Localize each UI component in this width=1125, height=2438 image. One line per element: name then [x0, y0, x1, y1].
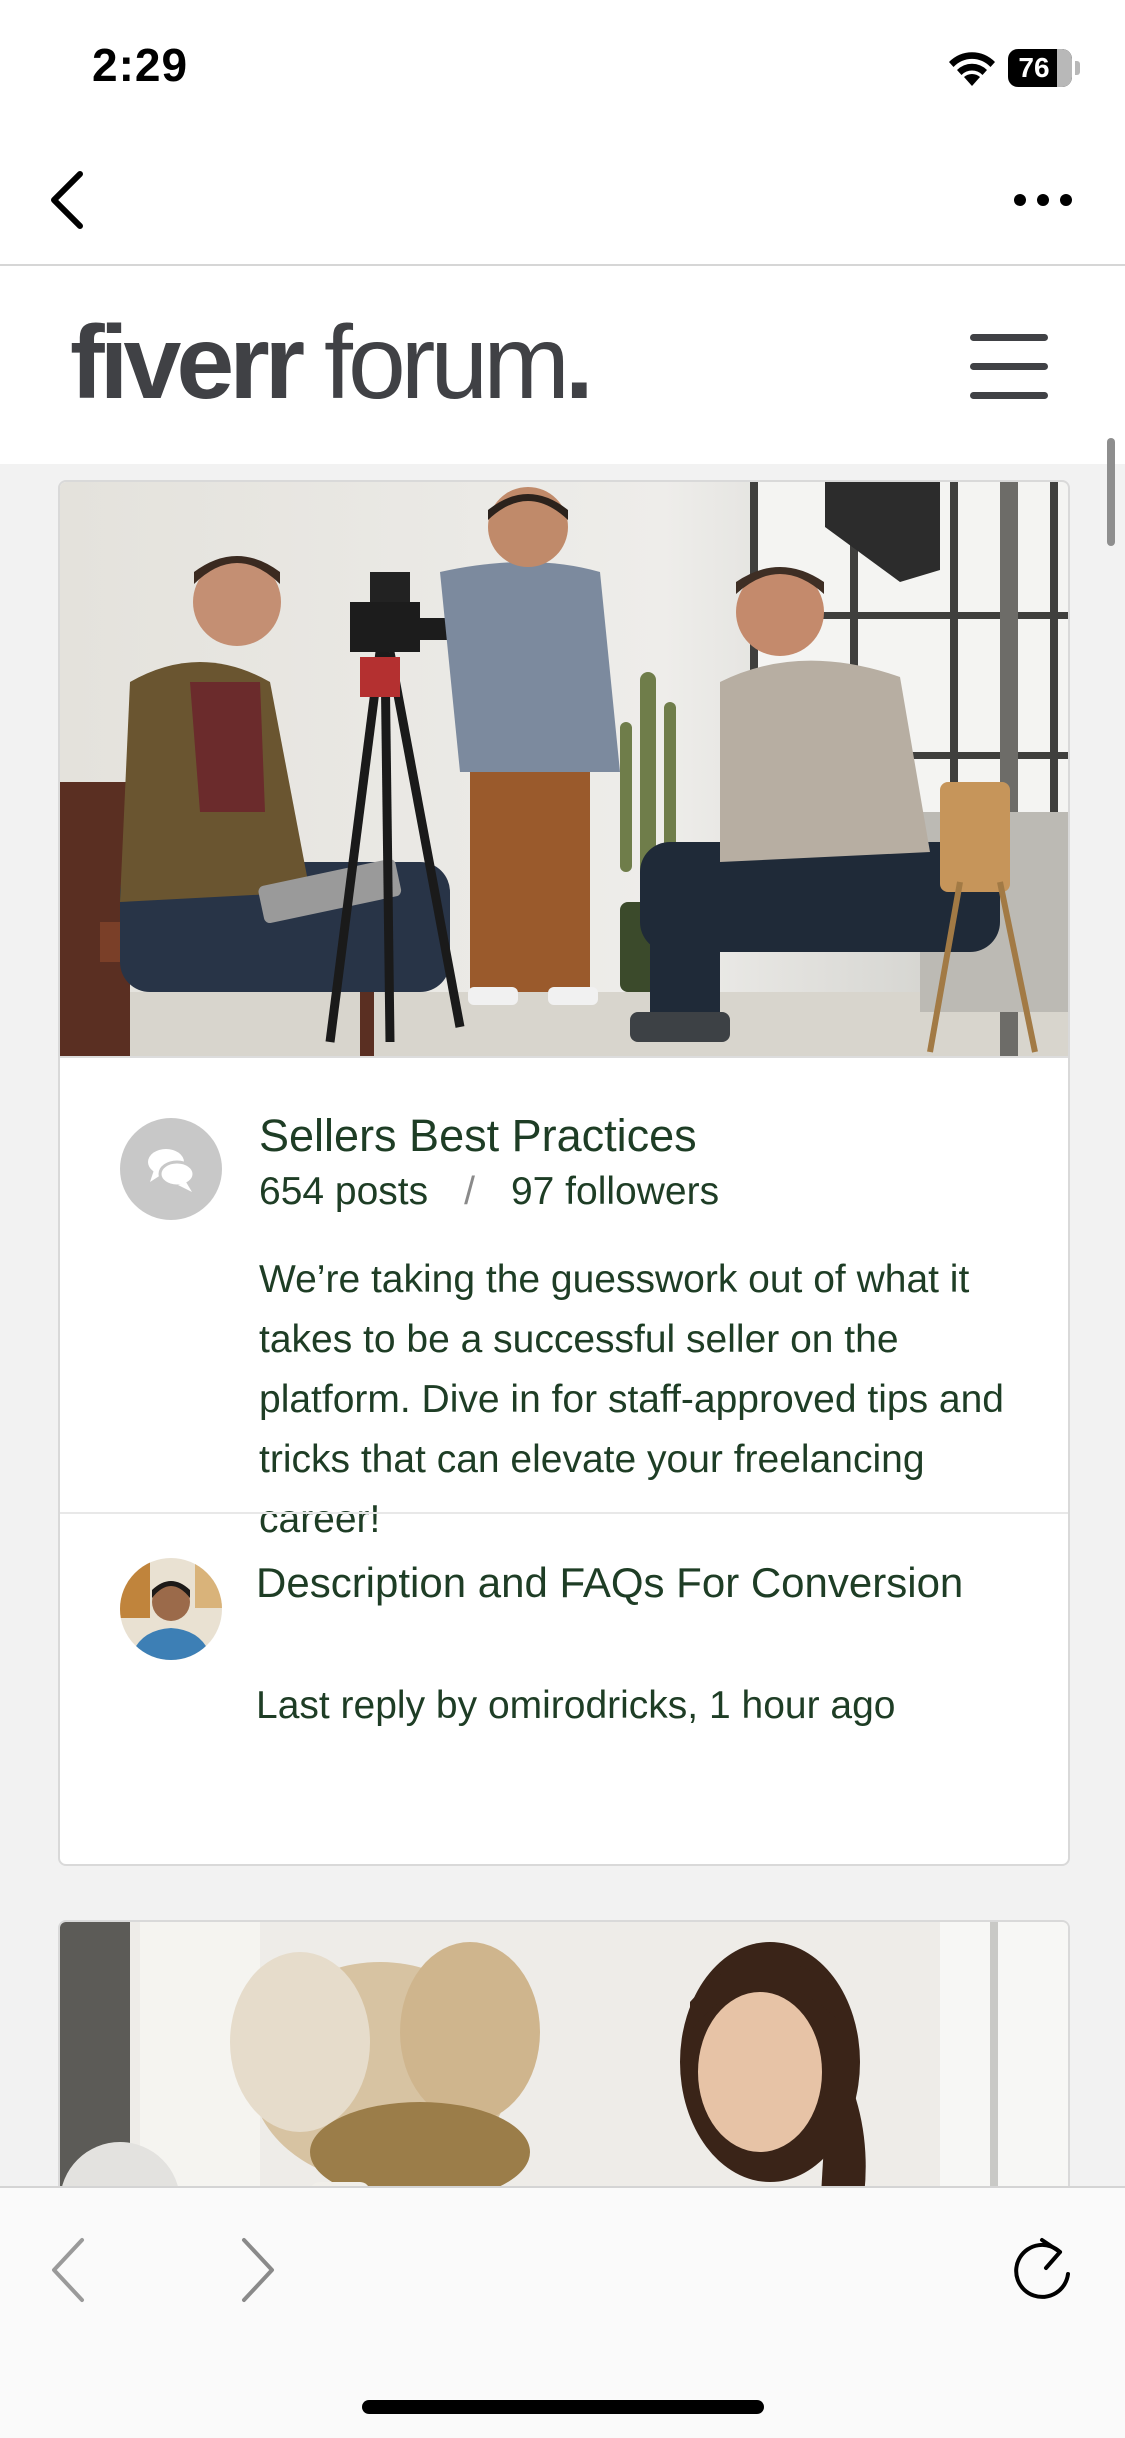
followers-count: 97 followers	[510, 1170, 720, 1213]
browser-forward-button[interactable]	[226, 2230, 286, 2310]
site-header: fiverr forum.	[0, 266, 1125, 464]
category-card[interactable]: Sellers Best Practices 654 posts / 97 foll…	[58, 480, 1070, 1866]
fiverr-forum-logo[interactable]: fiverr forum.	[70, 308, 594, 418]
latest-topic-row[interactable]: Description and FAQs For Conversion Last…	[60, 1512, 1068, 1864]
category-stats: 654 posts / 97 followers	[259, 1170, 719, 1214]
category-card-body: Sellers Best Practices 654 posts / 97 foll…	[60, 1056, 1068, 1541]
browser-bottom-toolbar	[0, 2186, 1125, 2438]
chat-bubbles-icon	[148, 1149, 196, 1192]
scrollbar[interactable]	[1107, 438, 1115, 546]
category-title[interactable]: Sellers Best Practices	[259, 1110, 697, 1162]
home-indicator[interactable]	[362, 2400, 764, 2414]
category-icon	[120, 1118, 222, 1220]
browser-back-button[interactable]	[40, 2230, 100, 2310]
ellipsis-icon	[1014, 194, 1072, 206]
posts-count: 654 posts	[259, 1170, 429, 1213]
chevron-right-icon	[242, 2238, 274, 2302]
back-button[interactable]	[40, 164, 104, 236]
status-time: 2:29	[92, 39, 189, 91]
chevron-left-icon	[52, 2238, 84, 2302]
reload-icon	[1014, 2238, 1070, 2299]
reload-button[interactable]	[1002, 2230, 1082, 2314]
more-options-button[interactable]	[1008, 180, 1078, 220]
wifi-icon	[949, 52, 995, 86]
avatar[interactable]	[120, 1558, 222, 1660]
status-bar: 2:29 76	[0, 0, 1125, 140]
hamburger-menu-icon	[970, 334, 1048, 341]
stats-separator: /	[464, 1170, 475, 1213]
latest-topic-title[interactable]: Description and FAQs For Conversion	[256, 1552, 976, 1614]
latest-topic-meta: Last reply by omirodricks, 1 hour ago	[256, 1684, 896, 1727]
battery-level: 76	[1018, 52, 1050, 83]
browser-nav-bar	[0, 140, 1125, 266]
battery-icon: 76	[1008, 49, 1080, 87]
category-description: We’re taking the guesswork out of what i…	[259, 1258, 1004, 1541]
chevron-left-icon	[51, 171, 83, 229]
hamburger-menu-button[interactable]	[970, 330, 1054, 402]
category-banner-image	[60, 482, 1068, 1056]
